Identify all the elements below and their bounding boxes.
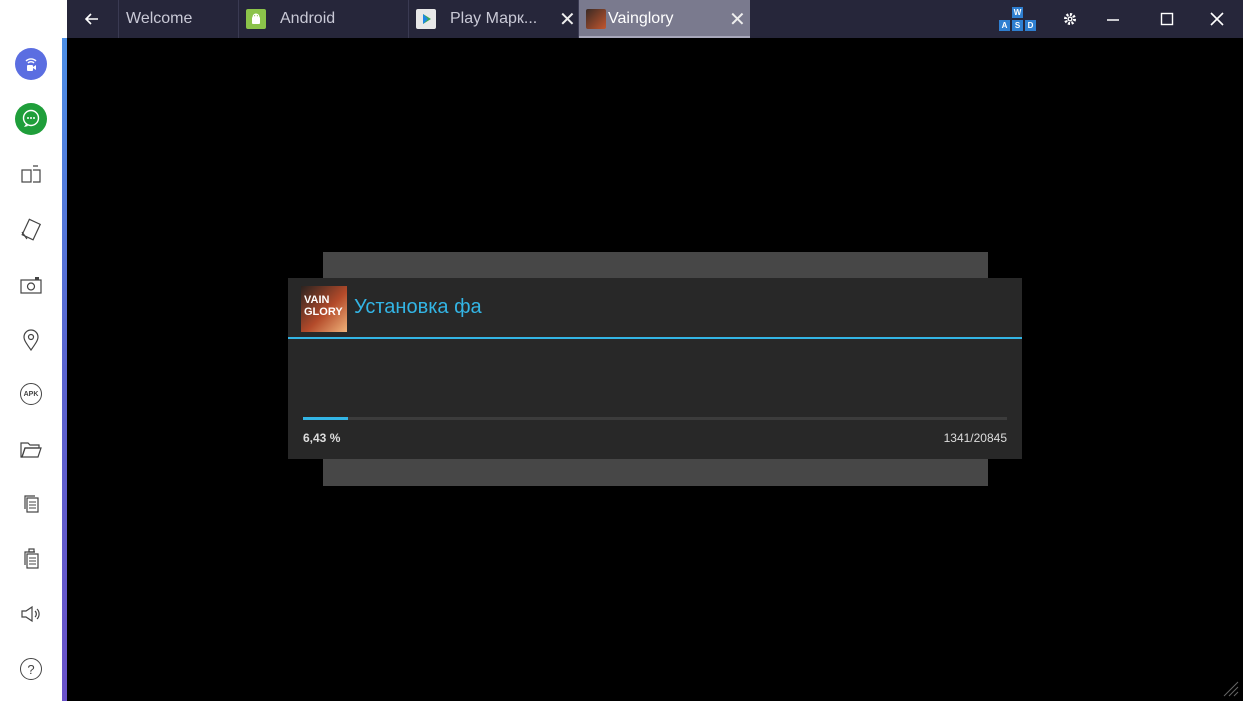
sidebar-item-copy[interactable] xyxy=(9,482,53,526)
speaker-icon xyxy=(21,605,40,623)
dialog-header: VAIN GLORY Установка фа xyxy=(288,278,1022,338)
tab-android[interactable]: Android xyxy=(238,0,408,38)
play-store-icon xyxy=(416,9,436,29)
sidebar-item-broadcast[interactable] xyxy=(9,42,53,86)
dialog-divider xyxy=(288,337,1022,339)
tab-label: Play Марк... xyxy=(450,10,538,27)
keyboard-mapping-button[interactable]: W A S D xyxy=(998,6,1038,34)
install-progress-dialog: VAIN GLORY Установка фа 6,43 % 1341/2084… xyxy=(288,278,1022,459)
location-pin-icon xyxy=(23,329,39,351)
paste-icon xyxy=(24,548,39,569)
minimize-icon xyxy=(1107,19,1119,21)
close-window-button[interactable] xyxy=(1202,0,1232,38)
progress-count: 1341/20845 xyxy=(943,431,1007,445)
key-d: D xyxy=(1025,20,1036,31)
settings-icon xyxy=(1064,13,1076,25)
camera-icon xyxy=(20,277,42,294)
dialog-title: Установка фа xyxy=(354,296,482,318)
key-a: A xyxy=(999,20,1010,31)
folder-icon xyxy=(20,442,42,458)
android-icon xyxy=(246,9,266,29)
vainglory-app-icon: VAIN GLORY xyxy=(301,286,347,332)
copy-icon xyxy=(24,495,39,513)
app-icon-text: GLORY xyxy=(304,306,343,318)
sidebar-item-location[interactable] xyxy=(9,318,53,362)
broadcast-camera-icon xyxy=(15,48,47,80)
sidebar-item-screenshot[interactable] xyxy=(9,263,53,307)
sidebar-item-help[interactable]: ? xyxy=(9,647,53,691)
multi-window-icon xyxy=(21,165,41,183)
minimize-button[interactable] xyxy=(1098,0,1128,38)
resize-grip-icon[interactable] xyxy=(1221,679,1239,697)
apk-icon: APK xyxy=(20,383,42,405)
close-tab-icon[interactable]: ✕ xyxy=(559,7,576,32)
close-icon xyxy=(1210,12,1224,26)
chat-icon xyxy=(15,103,47,135)
maximize-button[interactable] xyxy=(1152,0,1182,38)
tab-label: Welcome xyxy=(126,10,193,27)
progress-percent: 6,43 % xyxy=(303,431,341,445)
tab-label: Android xyxy=(280,10,336,27)
key-s: S xyxy=(1012,20,1023,31)
tab-vainglory[interactable]: Vainglory ✕ xyxy=(578,0,750,38)
key-w: W xyxy=(1012,7,1023,18)
vainglory-icon xyxy=(586,9,606,29)
sidebar-item-rotate[interactable] xyxy=(9,208,53,252)
tab-play-market[interactable]: Play Марк... ✕ xyxy=(408,0,578,38)
back-arrow-icon xyxy=(85,13,98,25)
app-icon-text: VAIN xyxy=(304,294,330,306)
sidebar-item-open-folder[interactable] xyxy=(9,427,53,471)
help-icon: ? xyxy=(20,658,42,680)
progress-bar xyxy=(303,417,1007,420)
tab-label: Vainglory xyxy=(608,10,674,27)
tab-welcome[interactable]: Welcome xyxy=(118,0,238,38)
back-button[interactable] xyxy=(67,0,117,38)
settings-button[interactable] xyxy=(1055,0,1085,38)
sidebar-item-volume[interactable] xyxy=(9,592,53,636)
sidebar-item-chat[interactable] xyxy=(9,97,53,141)
rotate-icon xyxy=(21,218,42,241)
sidebar-item-paste[interactable] xyxy=(9,537,53,581)
progress-fill xyxy=(303,417,349,420)
sidebar-item-install-apk[interactable]: APK xyxy=(9,372,53,416)
maximize-icon xyxy=(1160,12,1174,26)
sidebar-item-multi-window[interactable] xyxy=(9,152,53,196)
close-tab-icon[interactable]: ✕ xyxy=(729,7,746,32)
